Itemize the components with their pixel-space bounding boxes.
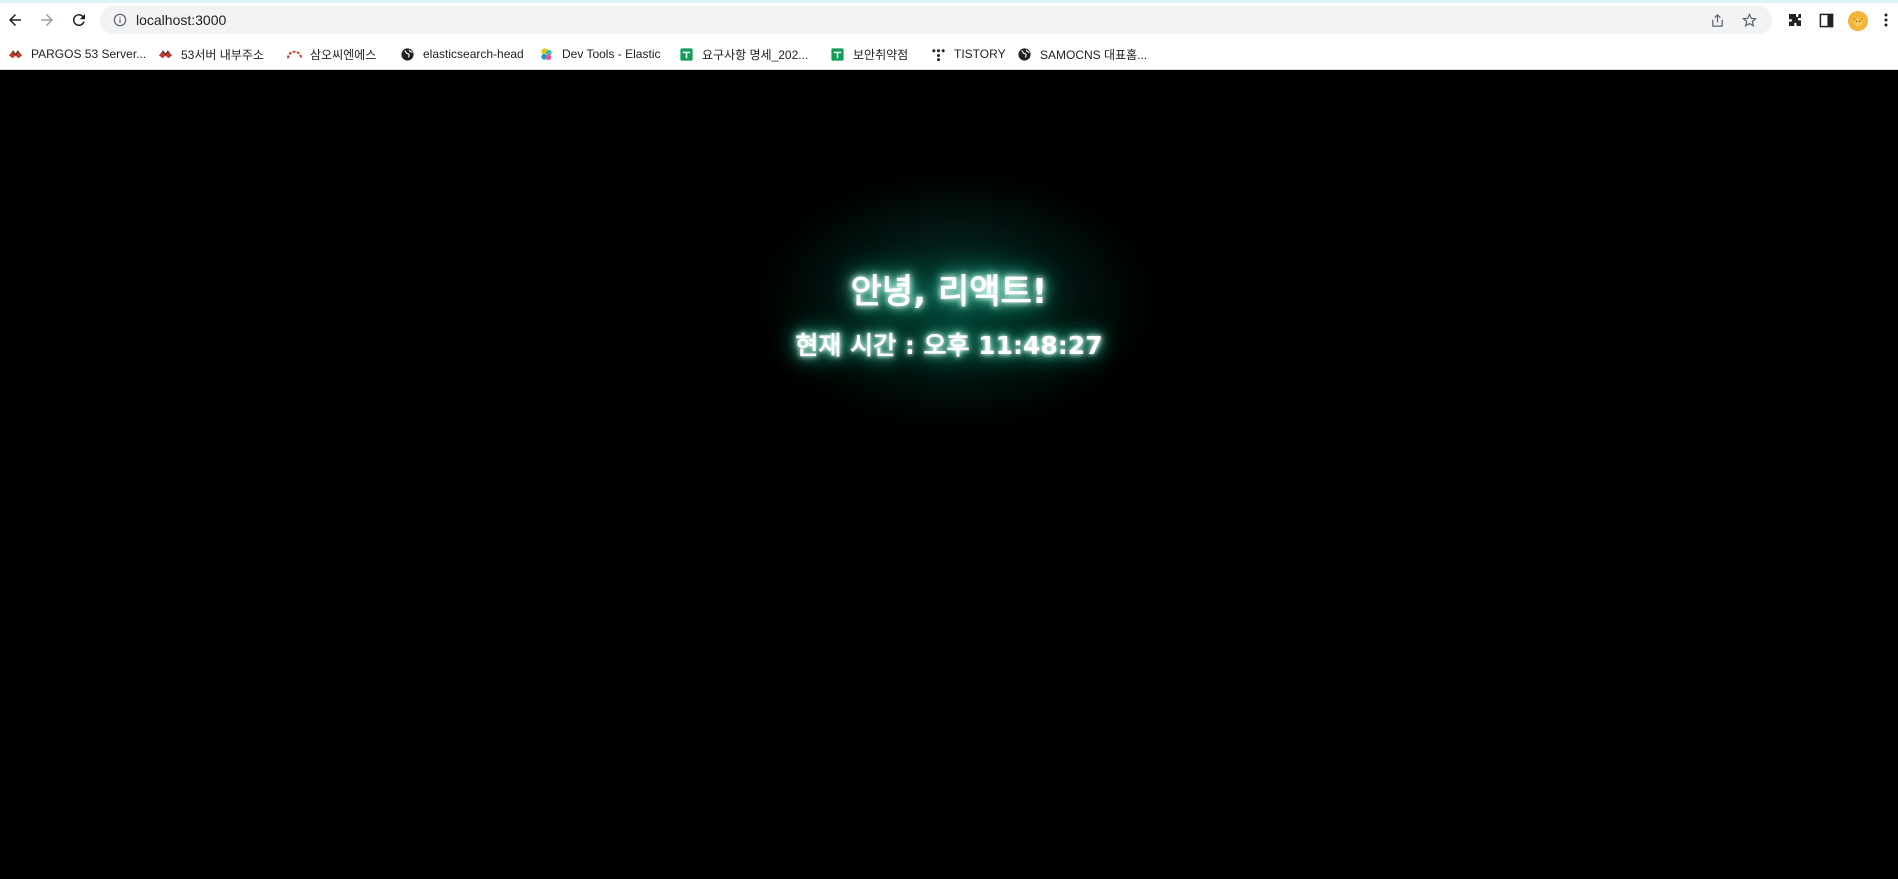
bookmark-label: 요구사항 명세_202...: [702, 47, 809, 62]
browser-chrome: localhost:3000 PARGOS 53 Server... 53서버 …: [0, 0, 1898, 70]
forward-arrow-icon[interactable]: [34, 7, 60, 33]
bookmark-item[interactable]: TISTORY: [930, 43, 1006, 65]
bookmark-item[interactable]: 보안취약점: [829, 43, 908, 65]
puzzle-icon[interactable]: [1784, 9, 1806, 31]
tistory-icon: [930, 46, 946, 62]
kebab-menu-icon[interactable]: [1875, 9, 1897, 31]
elastic-icon: [538, 46, 554, 62]
sheets-icon: [678, 46, 694, 62]
bookmarks-bar: PARGOS 53 Server... 53서버 내부주소 삼오씨엔에스 ela…: [0, 39, 1898, 70]
bookmark-label: TISTORY: [954, 47, 1006, 61]
pargos-icon: [157, 46, 173, 62]
bookmark-label: 삼오씨엔에스: [310, 47, 377, 62]
bookmark-label: PARGOS 53 Server...: [31, 47, 147, 61]
bookmark-item[interactable]: 53서버 내부주소: [157, 43, 264, 65]
profile-avatar-icon[interactable]: [1848, 11, 1868, 31]
info-icon[interactable]: [111, 11, 129, 29]
bookmark-item[interactable]: 요구사항 명세_202...: [678, 43, 808, 65]
bookmark-label: SAMOCNS 대표홈...: [1040, 47, 1148, 62]
url-text[interactable]: localhost:3000: [136, 12, 226, 28]
browser-toolbar: localhost:3000: [0, 3, 1898, 37]
bookmark-label: Dev Tools - Elastic: [562, 47, 661, 61]
star-icon[interactable]: [1740, 11, 1758, 29]
side-panel-icon[interactable]: [1815, 9, 1837, 31]
page-title: 안녕, 리액트!: [850, 272, 1048, 312]
bookmark-item[interactable]: PARGOS 53 Server...: [7, 43, 146, 65]
sheets-icon: [829, 46, 845, 62]
bookmark-item[interactable]: SAMOCNS 대표홈...: [1016, 43, 1147, 65]
bookmark-label: 보안취약점: [853, 47, 909, 62]
bookmark-item[interactable]: elasticsearch-head: [399, 43, 524, 65]
globe-icon: [399, 46, 415, 62]
address-bar[interactable]: localhost:3000: [100, 6, 1772, 34]
bookmark-item[interactable]: 삼오씨엔에스: [286, 43, 376, 65]
current-time-text: 현재 시간 : 오후 11:48:27: [795, 331, 1103, 360]
samo-logo-icon: [286, 46, 302, 62]
globe-icon: [1016, 46, 1032, 62]
bookmark-label: 53서버 내부주소: [181, 47, 264, 62]
bookmark-item[interactable]: Dev Tools - Elastic: [538, 43, 660, 65]
page-content: 안녕, 리액트! 현재 시간 : 오후 11:48:27: [0, 70, 1898, 879]
bookmark-label: elasticsearch-head: [423, 47, 524, 61]
reload-icon[interactable]: [66, 7, 92, 33]
back-arrow-icon[interactable]: [2, 7, 28, 33]
pargos-icon: [7, 46, 23, 62]
share-icon[interactable]: [1708, 11, 1726, 29]
